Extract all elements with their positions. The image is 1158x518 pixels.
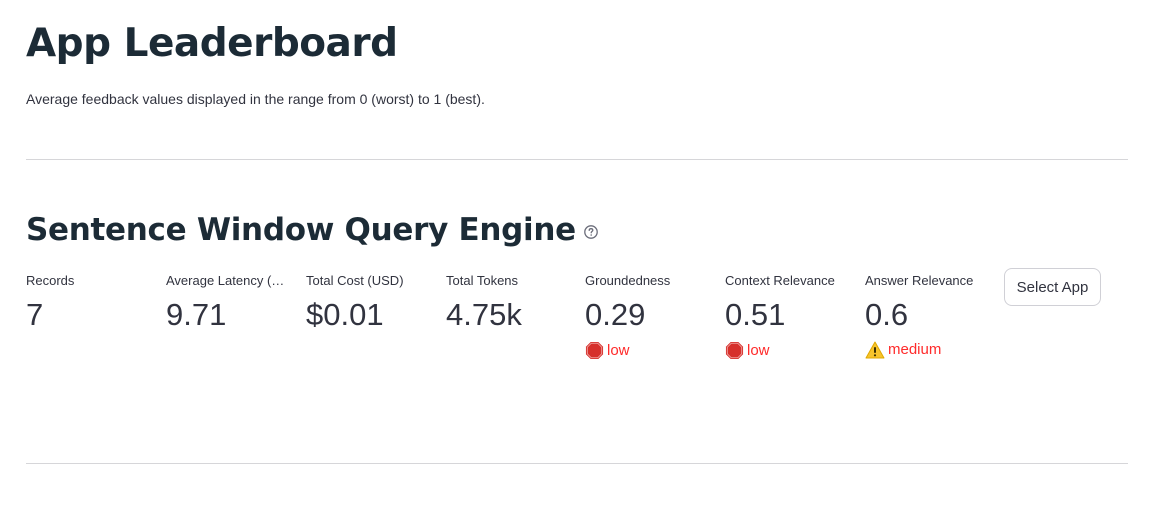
divider [26,159,1128,160]
app-name: Sentence Window Query Engine [26,212,576,248]
metric-label: Average Latency (Seconds) [166,273,292,288]
select-app-button[interactable]: Select App [1004,268,1101,306]
metric-label: Groundedness [585,273,671,288]
question-circle-icon[interactable] [583,224,598,239]
metric-value: 4.75k [446,297,522,332]
metric-value: $0.01 [306,297,384,332]
metric-label: Context Relevance [725,273,835,288]
metric-value: 0.51 [725,297,786,332]
metric-total-tokens: Total Tokens 4.75k [446,272,578,333]
metric-answer-relevance: Answer Relevance 0.6 medium [865,272,997,359]
metric-groundedness: Groundedness 0.29 low [585,272,717,360]
metric-average-latency: Average Latency (Seconds) 9.71 [166,272,298,333]
metric-total-cost: Total Cost (USD) $0.01 [306,272,438,333]
app-header: Sentence Window Query Engine [26,208,598,252]
metric-context-relevance: Context Relevance 0.51 low [725,272,857,360]
page-subtitle: Average feedback values displayed in the… [26,91,485,107]
status-badge: low [725,341,857,360]
metric-records: Records 7 [26,272,158,333]
divider [26,463,1128,464]
warning-icon [865,341,885,359]
metric-value: 9.71 [166,297,227,332]
metric-label: Answer Relevance [865,273,974,288]
stop-sign-icon [585,341,604,360]
metric-label: Total Cost (USD) [306,273,404,288]
metric-value: 0.29 [585,297,646,332]
status-badge: medium [865,341,997,359]
status-text: low [747,341,770,359]
stop-sign-icon [725,341,744,360]
status-text: low [607,341,630,359]
page-title: App Leaderboard [26,21,398,66]
metric-value: 0.6 [865,297,909,332]
status-text: medium [888,341,942,358]
status-badge: low [585,341,717,360]
metric-value: 7 [26,297,44,332]
metric-label: Total Tokens [446,273,519,288]
metric-label: Records [26,273,75,288]
